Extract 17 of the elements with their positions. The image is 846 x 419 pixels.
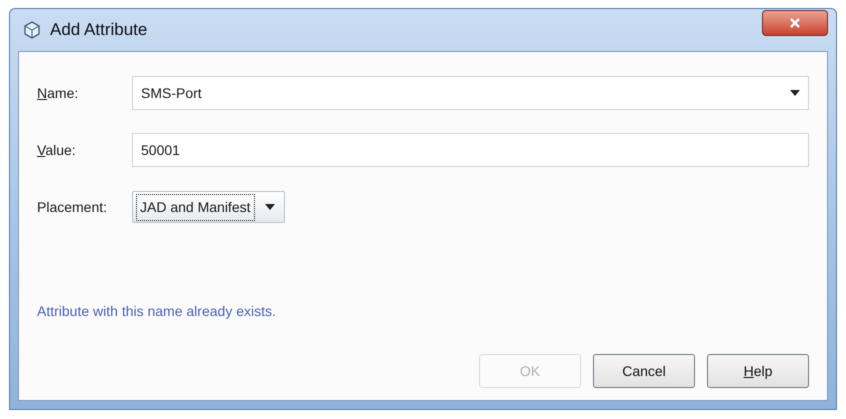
- field-label: Placement:: [37, 198, 108, 216]
- dialog-button[interactable]: Cancel: [593, 354, 695, 388]
- dropdown-arrow-icon: [264, 204, 274, 210]
- error-message: Attribute with this name already exists.: [37, 302, 277, 321]
- combo-value: SMS-Port: [141, 84, 203, 102]
- window-title: Add Attribute: [50, 19, 148, 42]
- field-label: Value:: [37, 140, 77, 160]
- field-label: Name:: [37, 84, 80, 102]
- close-button[interactable]: [762, 10, 828, 36]
- cube-icon: [22, 20, 42, 40]
- dropdown-value: JAD and Manifest: [136, 194, 254, 220]
- dialog-button[interactable]: Help: [707, 354, 809, 388]
- value-input-field[interactable]: 50001: [132, 133, 809, 167]
- name-combo-box[interactable]: SMS-Port: [132, 76, 809, 110]
- placement-dropdown[interactable]: JAD and Manifest: [132, 191, 284, 223]
- dropdown-arrow-icon: [790, 90, 800, 96]
- close-icon: [789, 17, 801, 29]
